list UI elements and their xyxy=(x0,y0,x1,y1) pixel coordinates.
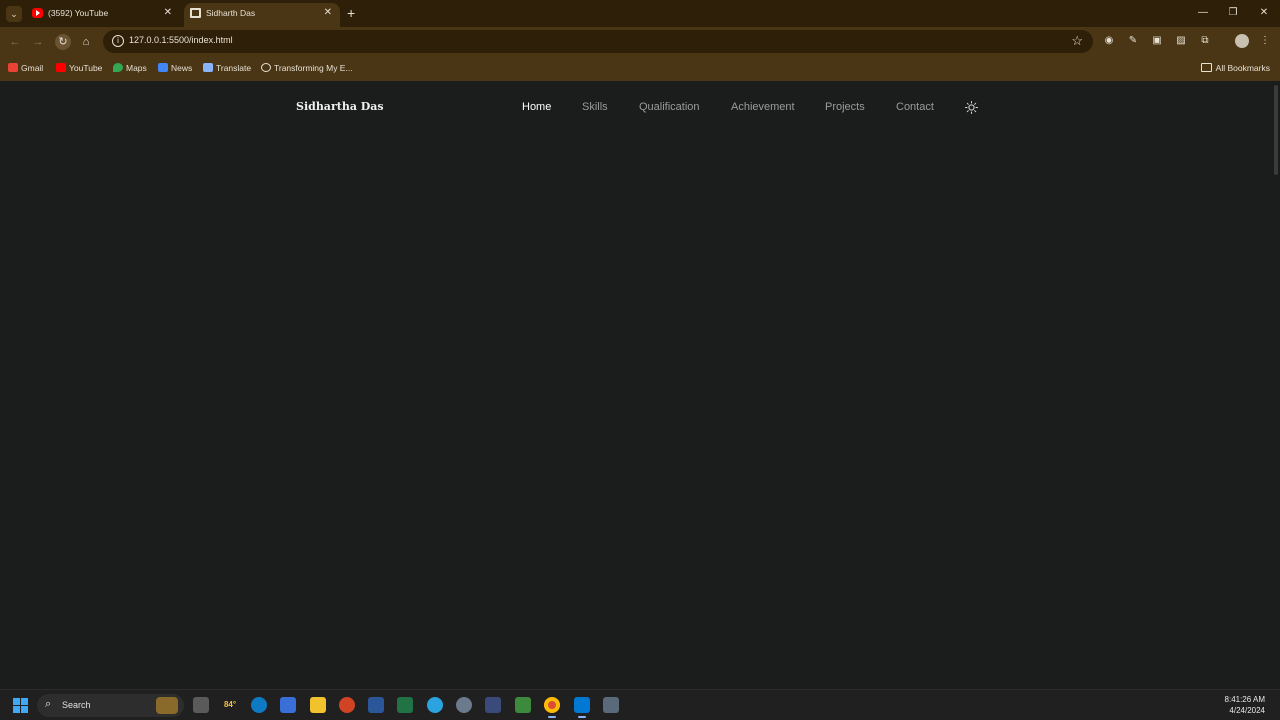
bookmark-news[interactable]: News xyxy=(158,62,192,74)
menu-kebab-icon[interactable]: ⋮ xyxy=(1259,35,1271,47)
browser-toolbar: ← → ↻ ⌂ i 127.0.0.1:5500/index.html ☆ ◉ … xyxy=(0,27,1280,56)
network-tool-icon[interactable] xyxy=(485,697,501,713)
extensions-puzzle-icon[interactable]: ⧉ xyxy=(1199,35,1211,47)
minimize-icon[interactable]: — xyxy=(1193,6,1213,20)
url-text[interactable]: 127.0.0.1:5500/index.html xyxy=(129,35,233,45)
vscode-icon[interactable] xyxy=(574,697,590,713)
maps-icon xyxy=(113,63,123,72)
windows-start-icon[interactable] xyxy=(13,698,29,714)
bookmark-star-icon[interactable]: ☆ xyxy=(1071,33,1083,49)
window-close-icon[interactable]: ✕ xyxy=(1254,6,1274,20)
tab-search-button[interactable]: ⌄ xyxy=(6,6,22,22)
extension-icon[interactable]: ◉ xyxy=(1103,35,1115,47)
store-icon[interactable] xyxy=(280,697,296,713)
all-bookmarks-button[interactable]: All Bookmarks xyxy=(1200,62,1270,74)
vscode-active-indicator xyxy=(578,716,586,718)
telegram-icon[interactable] xyxy=(427,697,443,713)
snipping-tool-icon[interactable] xyxy=(603,697,619,713)
image-extension-icon[interactable]: ▨ xyxy=(1175,35,1187,47)
excel-icon[interactable] xyxy=(397,697,413,713)
sun-icon[interactable] xyxy=(965,101,978,114)
back-icon[interactable]: ← xyxy=(7,34,23,50)
nav-home[interactable]: Home xyxy=(522,101,551,113)
close-icon[interactable]: ✕ xyxy=(324,3,332,23)
bookmark-transforming[interactable]: Transforming My E... xyxy=(261,62,353,74)
nav-contact[interactable]: Contact xyxy=(896,101,934,113)
tab-strip: ⌄ (3592) YouTube ✕ Sidharth Das ✕ + — ❐ … xyxy=(0,0,1280,27)
weather-widget[interactable]: 84° xyxy=(222,697,238,713)
scrollbar-thumb[interactable] xyxy=(1274,85,1278,175)
new-tab-button[interactable]: + xyxy=(347,5,355,21)
search-highlight-icon xyxy=(156,697,178,714)
tab-title: Sidharth Das xyxy=(206,8,256,18)
site-logo[interactable]: Sidhartha Das xyxy=(296,100,384,113)
close-icon[interactable]: ✕ xyxy=(164,3,172,23)
bookmarks-bar: Gmail YouTube Maps News Translate Transf… xyxy=(0,56,1280,81)
chrome-active-indicator xyxy=(548,716,556,718)
nav-qualification[interactable]: Qualification xyxy=(639,101,700,113)
screenshot-icon[interactable]: ▣ xyxy=(1151,35,1163,47)
page-scrollbar[interactable] xyxy=(1272,81,1280,689)
search-label: Search xyxy=(62,700,91,710)
home-icon[interactable]: ⌂ xyxy=(78,34,94,50)
translate-icon xyxy=(203,63,213,72)
bookmark-youtube[interactable]: YouTube xyxy=(56,62,102,74)
bookmark-label: Maps xyxy=(126,63,147,73)
restore-icon[interactable]: ❐ xyxy=(1223,6,1243,20)
bookmark-maps[interactable]: Maps xyxy=(113,62,147,74)
bookmark-translate[interactable]: Translate xyxy=(203,62,251,74)
web-page: Sidhartha Das Home Skills Qualification … xyxy=(0,81,1280,689)
chrome-icon[interactable] xyxy=(544,697,560,713)
globe-icon xyxy=(261,63,271,72)
reload-icon[interactable]: ↻ xyxy=(55,34,71,50)
windows-taskbar: ⌕ Search 84° 8:41:26 AM 4/24/2024 xyxy=(0,689,1280,720)
bookmark-gmail[interactable]: Gmail xyxy=(8,62,43,74)
address-bar[interactable]: i 127.0.0.1:5500/index.html ☆ xyxy=(103,30,1093,53)
weather-temp: 84° xyxy=(223,700,237,709)
all-bookmarks-label: All Bookmarks xyxy=(1215,63,1270,73)
settings-icon[interactable] xyxy=(456,697,472,713)
tab-youtube[interactable]: (3592) YouTube ✕ xyxy=(26,3,180,27)
bookmark-label: Translate xyxy=(216,63,252,73)
search-icon: ⌕ xyxy=(45,698,52,710)
bookmark-label: News xyxy=(171,63,193,73)
profile-avatar[interactable] xyxy=(1235,34,1249,48)
news-icon xyxy=(158,63,168,72)
eyedropper-icon[interactable]: ✎ xyxy=(1127,35,1139,47)
task-view-icon[interactable] xyxy=(193,697,209,713)
bookmark-label: Transforming My E... xyxy=(274,63,353,73)
system-clock[interactable]: 8:41:26 AM 4/24/2024 xyxy=(1225,694,1265,716)
taskbar-search[interactable]: ⌕ Search xyxy=(37,694,184,717)
site-icon xyxy=(190,8,201,18)
tab-sidharth-das[interactable]: Sidharth Das ✕ xyxy=(184,3,340,27)
bookmark-label: Gmail xyxy=(21,63,44,73)
bookmark-label: YouTube xyxy=(69,63,103,73)
tab-title: (3592) YouTube xyxy=(48,8,109,18)
powerpoint-icon[interactable] xyxy=(339,697,355,713)
gmail-icon xyxy=(8,63,18,72)
file-explorer-icon[interactable] xyxy=(310,697,326,713)
nav-projects[interactable]: Projects xyxy=(825,101,865,113)
word-icon[interactable] xyxy=(368,697,384,713)
folder-icon xyxy=(1200,63,1212,72)
clock-time: 8:41:26 AM xyxy=(1224,695,1265,704)
nodejs-icon[interactable] xyxy=(515,697,531,713)
nav-achievement[interactable]: Achievement xyxy=(731,101,795,113)
youtube-icon xyxy=(32,8,43,18)
forward-icon[interactable]: → xyxy=(30,34,46,50)
clock-date: 4/24/2024 xyxy=(1229,706,1265,715)
youtube-icon xyxy=(56,63,66,72)
site-info-icon[interactable]: i xyxy=(112,35,124,47)
edge-icon[interactable] xyxy=(251,697,267,713)
nav-skills[interactable]: Skills xyxy=(582,101,608,113)
